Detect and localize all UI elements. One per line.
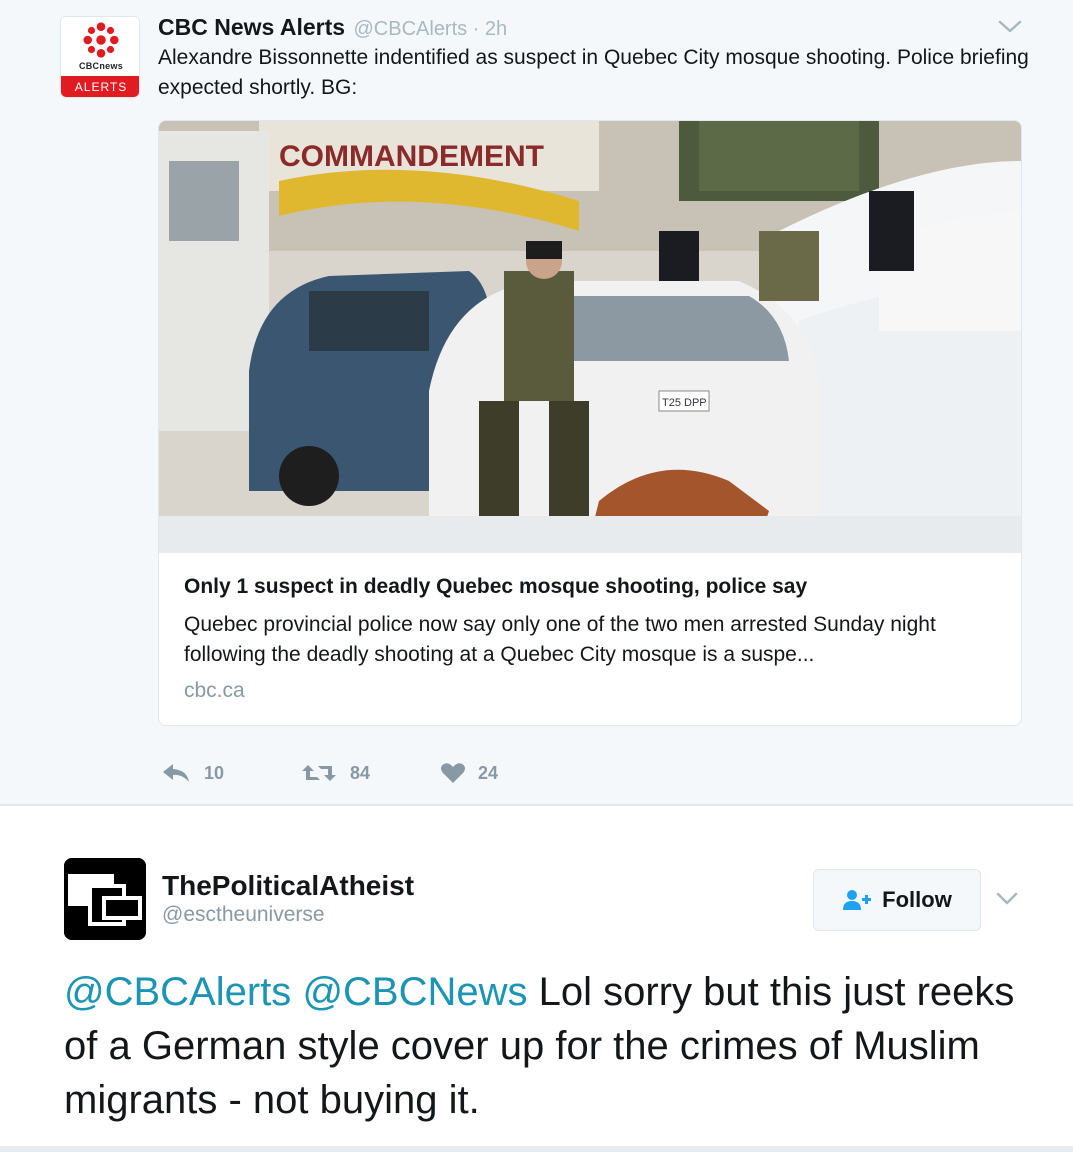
- political-atheist-avatar[interactable]: [64, 858, 146, 940]
- card-description: Quebec provincial police now say only on…: [184, 613, 936, 666]
- tweet-actions: 10 84 24: [160, 758, 498, 788]
- alerts-badge: ALERTS: [61, 76, 139, 97]
- chevron-down-icon[interactable]: [998, 20, 1022, 34]
- parent-tweet: CBCnews ALERTS CBC News Alerts @CBCAlert…: [0, 0, 1073, 806]
- retweet-icon: [302, 765, 336, 781]
- card-title[interactable]: Only 1 suspect in deadly Quebec mosque s…: [184, 575, 807, 599]
- mention-cbcnews[interactable]: @CBCNews: [302, 970, 527, 1014]
- reply-count: 10: [204, 762, 225, 783]
- reply-author-handle[interactable]: @esctheuniverse: [162, 903, 325, 927]
- cbc-news-wordmark: CBCnews: [78, 61, 124, 71]
- image-sign-text: COMMANDEMENT: [279, 140, 544, 173]
- tweet-text: Alexandre Bissonnette indentified as sus…: [158, 46, 1029, 99]
- mention-cbcalerts[interactable]: @CBCAlerts: [64, 970, 291, 1014]
- add-user-icon: [843, 890, 872, 910]
- cbc-alerts-avatar[interactable]: CBCnews ALERTS: [60, 16, 140, 98]
- like-button[interactable]: 24: [440, 762, 498, 784]
- card-domain: cbc.ca: [184, 679, 245, 702]
- like-count: 24: [478, 762, 499, 783]
- retweet-button[interactable]: 84: [300, 762, 440, 784]
- card-image[interactable]: COMMANDEMENT T25 DPP: [159, 121, 1021, 553]
- follow-label: Follow: [882, 887, 952, 912]
- image-plate-text: T25 DPP: [662, 397, 707, 409]
- reply-icon: [163, 764, 189, 782]
- author-name[interactable]: CBC News Alerts: [158, 14, 345, 40]
- follow-button[interactable]: Follow: [813, 869, 981, 931]
- author-handle-time[interactable]: @CBCAlerts · 2h: [354, 18, 508, 40]
- cbc-gem-icon: [83, 22, 119, 58]
- chevron-down-icon[interactable]: [996, 892, 1018, 906]
- reply-text: @CBCAlerts @CBCNews Lol sorry but this j…: [64, 965, 1024, 1127]
- reply-author-name[interactable]: ThePoliticalAtheist: [162, 870, 414, 902]
- reply-button[interactable]: 10: [160, 762, 300, 784]
- tweet-header: CBC News Alerts @CBCAlerts · 2h: [158, 14, 507, 41]
- link-card[interactable]: COMMANDEMENT T25 DPP Only 1 suspect in d…: [158, 120, 1022, 726]
- retweet-count: 84: [350, 762, 371, 783]
- heart-icon: [441, 763, 465, 783]
- squares-logo-icon: [64, 858, 146, 940]
- bottom-divider: [0, 1146, 1073, 1152]
